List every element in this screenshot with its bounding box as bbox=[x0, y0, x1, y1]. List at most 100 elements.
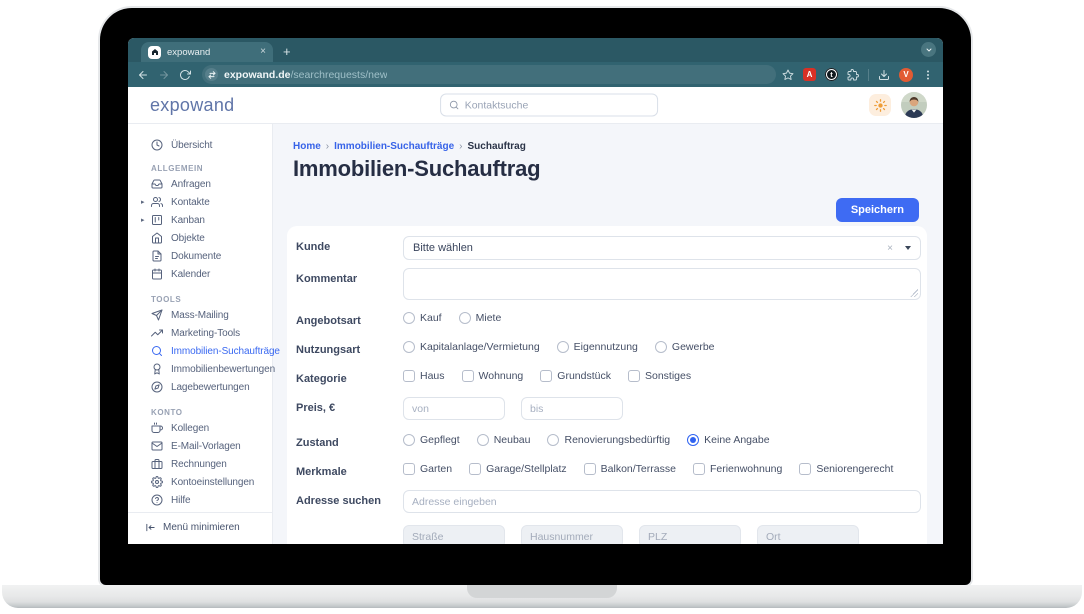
radio-renovierungsbeduerftig[interactable]: Renovierungsbedürftig bbox=[547, 434, 670, 446]
theme-toggle-button[interactable] bbox=[869, 94, 891, 116]
app-logo[interactable]: expowand bbox=[150, 95, 234, 116]
breadcrumb-separator: › bbox=[459, 141, 463, 152]
pdf-extension-icon[interactable]: A bbox=[803, 68, 816, 81]
breadcrumb-separator: › bbox=[325, 141, 330, 152]
kommentar-textarea[interactable] bbox=[403, 268, 921, 300]
back-button[interactable] bbox=[137, 69, 149, 81]
sidebar-item-kontoeinstellungen[interactable]: Kontoeinstellungen bbox=[128, 473, 272, 491]
sidebar-item-kollegen[interactable]: Kollegen bbox=[128, 419, 272, 437]
checkbox-ferienwohnung[interactable]: Ferienwohnung bbox=[692, 463, 782, 475]
sidebar-item-immobilien-suchauftraege[interactable]: Immobilien-Suchaufträge bbox=[128, 342, 280, 360]
sidebar-section-konto: KONTO bbox=[151, 408, 183, 417]
url-bar[interactable]: expowand.de /searchrequests/new bbox=[202, 65, 776, 84]
breadcrumb-suchauftraege[interactable]: Immobilien-Suchaufträge bbox=[334, 141, 454, 152]
sidebar-item-anfragen[interactable]: Anfragen bbox=[128, 175, 272, 193]
home-icon bbox=[152, 232, 162, 244]
field-label: Angebotsart bbox=[296, 315, 361, 327]
bookmark-star-icon[interactable] bbox=[782, 69, 794, 81]
radio-kauf[interactable]: Kauf bbox=[403, 312, 442, 324]
contact-search[interactable] bbox=[439, 93, 658, 117]
radio-gepflegt[interactable]: Gepflegt bbox=[403, 434, 460, 446]
extension-badge-icon[interactable]: t bbox=[825, 68, 838, 81]
adresse-input[interactable] bbox=[403, 490, 921, 513]
breadcrumb-current: Suchauftrag bbox=[467, 141, 526, 152]
field-label: Kommentar bbox=[296, 273, 358, 285]
tab-search-chevron-button[interactable] bbox=[921, 42, 936, 57]
field-label: Zustand bbox=[296, 437, 339, 449]
browser-tab[interactable]: expowand × bbox=[141, 42, 273, 62]
new-tab-button[interactable]: + bbox=[283, 45, 291, 58]
checkbox-wohnung[interactable]: Wohnung bbox=[461, 370, 523, 382]
breadcrumb-home[interactable]: Home bbox=[293, 141, 321, 152]
checkbox-seniorengerecht[interactable]: Seniorengerecht bbox=[799, 463, 893, 475]
form-row-preis: Preis, € bbox=[296, 397, 921, 420]
plz-input bbox=[639, 525, 741, 544]
user-avatar[interactable] bbox=[901, 92, 927, 118]
form-row-address-details bbox=[296, 525, 921, 544]
kebab-menu-icon[interactable] bbox=[922, 69, 934, 81]
checkbox-grundstueck[interactable]: Grundstück bbox=[540, 370, 611, 382]
sidebar-item-mass-mailing[interactable]: Mass-Mailing bbox=[128, 306, 272, 324]
preis-von-input[interactable] bbox=[403, 397, 505, 420]
expand-arrow-icon[interactable]: ▸ bbox=[141, 216, 145, 224]
sidebar-item-kanban[interactable]: ▸ Kanban bbox=[128, 211, 272, 229]
header-actions bbox=[869, 92, 927, 118]
app-body: Übersicht ALLGEMEIN Anfragen ▸ Kontakte bbox=[128, 124, 943, 544]
expand-arrow-icon[interactable]: ▸ bbox=[141, 198, 145, 206]
sidebar-item-lagebewertungen[interactable]: Lagebewertungen bbox=[128, 378, 272, 396]
sidebar-item-rechnungen[interactable]: Rechnungen bbox=[128, 455, 272, 473]
preis-bis-input[interactable] bbox=[521, 397, 623, 420]
clear-selection-icon[interactable]: × bbox=[887, 243, 893, 254]
sidebar-item-email-vorlagen[interactable]: E-Mail-Vorlagen bbox=[128, 437, 272, 455]
checkbox-garten[interactable]: Garten bbox=[403, 463, 452, 475]
site-favicon bbox=[148, 45, 161, 59]
radio-circle bbox=[403, 341, 415, 353]
checkbox-haus[interactable]: Haus bbox=[403, 370, 445, 382]
radio-keine-angabe[interactable]: Keine Angabe bbox=[687, 434, 770, 446]
calendar-icon bbox=[152, 268, 162, 280]
sidebar-item-kalender[interactable]: Kalender bbox=[128, 265, 272, 283]
checkbox-balkon[interactable]: Balkon/Terrasse bbox=[583, 463, 676, 475]
forward-button[interactable] bbox=[158, 69, 170, 81]
sidebar-item-hilfe[interactable]: Hilfe bbox=[128, 491, 272, 509]
checkbox-box bbox=[692, 463, 705, 475]
tab-close-icon[interactable]: × bbox=[260, 47, 266, 57]
radio-eigennutzung[interactable]: Eigennutzung bbox=[556, 341, 638, 353]
radio-circle bbox=[654, 341, 667, 353]
radio-miete[interactable]: Miete bbox=[458, 312, 501, 324]
chevron-down-icon[interactable] bbox=[905, 246, 911, 250]
strasse-input bbox=[403, 525, 505, 544]
minimize-menu-button[interactable]: Menü minimieren bbox=[128, 512, 272, 544]
save-button[interactable]: Speichern bbox=[835, 198, 919, 222]
arrow-right-icon bbox=[160, 70, 168, 79]
site-info-icon[interactable] bbox=[205, 68, 218, 81]
sidebar-item-marketing-tools[interactable]: Marketing-Tools bbox=[128, 324, 272, 342]
field-label: Kunde bbox=[296, 241, 331, 253]
checkbox-box bbox=[799, 463, 812, 475]
checkbox-sonstiges[interactable]: Sonstiges bbox=[627, 370, 691, 382]
radio-circle bbox=[476, 434, 489, 446]
avatar-photo bbox=[901, 92, 927, 118]
save-row: Speichern bbox=[273, 198, 943, 222]
sidebar-item-uebersicht[interactable]: Übersicht bbox=[128, 136, 272, 154]
award-icon bbox=[153, 363, 161, 375]
sidebar-item-kontakte[interactable]: ▸ Kontakte bbox=[128, 193, 272, 211]
downloads-icon[interactable] bbox=[878, 69, 890, 81]
url-path: /searchrequests/new bbox=[290, 68, 388, 81]
radio-gewerbe[interactable]: Gewerbe bbox=[654, 341, 715, 353]
browser-toolbar: expowand.de /searchrequests/new A t V bbox=[128, 62, 943, 87]
kunde-select[interactable]: Bitte wählen × bbox=[403, 236, 921, 260]
field-label: Preis, € bbox=[296, 402, 336, 414]
sidebar-item-immobilienbewertungen[interactable]: Immobilienbewertungen bbox=[128, 360, 275, 378]
reload-button[interactable] bbox=[179, 69, 191, 81]
extensions-puzzle-icon[interactable] bbox=[847, 68, 859, 81]
browser-profile-avatar[interactable]: V bbox=[899, 67, 913, 82]
sidebar-item-objekte[interactable]: Objekte bbox=[128, 229, 272, 247]
tab-title: expowand bbox=[167, 46, 211, 58]
radio-kapitalanlage[interactable]: Kapitalanlage/Vermietung bbox=[403, 341, 540, 353]
contact-search-input[interactable] bbox=[464, 99, 649, 111]
radio-neubau[interactable]: Neubau bbox=[476, 434, 530, 446]
checkbox-garage[interactable]: Garage/Stellplatz bbox=[469, 463, 567, 475]
sidebar-item-dokumente[interactable]: Dokumente bbox=[128, 247, 272, 265]
laptop-hinge-notch bbox=[467, 585, 617, 598]
